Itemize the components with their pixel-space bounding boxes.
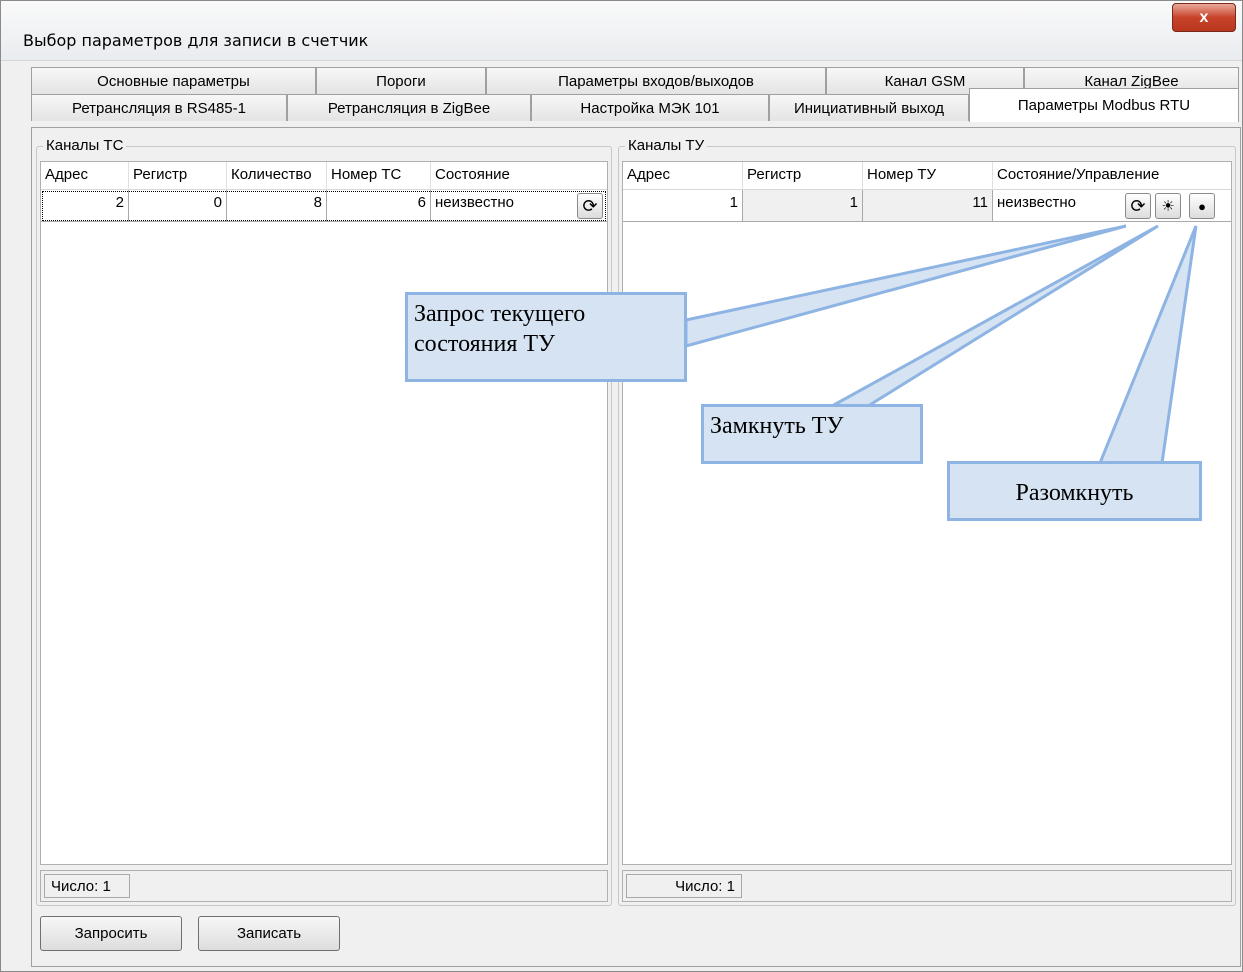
write-button[interactable]: Записать — [198, 916, 340, 951]
tc-cell-address[interactable]: 2 — [41, 190, 129, 221]
tc-grid-header: Адрес Регистр Количество Номер ТС Состоя… — [41, 162, 607, 190]
window-title: Выбор параметров для записи в счетчик — [23, 31, 369, 50]
callout-close-tu: Замкнуть ТУ — [701, 404, 923, 464]
callout-open-tu: Разомкнуть — [947, 461, 1202, 521]
tc-count-label: Число: 1 — [44, 874, 130, 898]
tu-cell-address[interactable]: 1 — [623, 190, 743, 221]
table-row[interactable]: 2 0 8 6 неизвестно ⟳ — [41, 190, 607, 222]
title-bar: Выбор параметров для записи в счетчик x — [1, 1, 1242, 61]
tc-col-address[interactable]: Адрес — [41, 162, 129, 190]
tc-cell-count[interactable]: 8 — [227, 190, 327, 221]
tab-main-params[interactable]: Основные параметры — [31, 67, 316, 94]
tu-state-text: неизвестно — [997, 194, 1077, 211]
tc-state-text: неизвестно — [435, 194, 515, 211]
refresh-icon: ⟳ — [582, 196, 598, 216]
tab-iec101[interactable]: Настройка МЭК 101 — [531, 94, 769, 121]
tc-grid: Адрес Регистр Количество Номер ТС Состоя… — [40, 161, 608, 865]
tab-io-params[interactable]: Параметры входов/выходов — [486, 67, 826, 94]
tu-col-number[interactable]: Номер ТУ — [863, 162, 993, 190]
close-button[interactable]: x — [1172, 3, 1236, 32]
tab-initiative-output[interactable]: Инициативный выход — [769, 94, 969, 121]
tu-channels-group: Каналы ТУ Адрес Регистр Номер ТУ Состоян… — [618, 137, 1236, 906]
tc-col-state[interactable]: Состояние — [431, 162, 609, 190]
tc-refresh-button[interactable]: ⟳ — [577, 193, 603, 219]
tc-group-legend: Каналы ТС — [43, 137, 127, 154]
tu-refresh-button[interactable]: ⟳ — [1125, 193, 1151, 219]
tc-status-bar: Число: 1 — [40, 870, 608, 902]
tc-col-number[interactable]: Номер ТС — [327, 162, 431, 190]
tu-cell-register[interactable]: 1 — [743, 190, 863, 221]
tc-col-register[interactable]: Регистр — [129, 162, 227, 190]
tu-col-state-control[interactable]: Состояние/Управление — [993, 162, 1233, 190]
tab-relay-zigbee[interactable]: Ретрансляция в ZigBee — [287, 94, 531, 121]
table-row[interactable]: 1 1 11 неизвестно ⟳ ☀ ● — [623, 190, 1231, 222]
tu-col-register[interactable]: Регистр — [743, 162, 863, 190]
bulb-on-icon: ☀ — [1161, 197, 1175, 215]
tab-relay-rs485[interactable]: Ретрансляция в RS485-1 — [31, 94, 287, 121]
refresh-icon: ⟳ — [1130, 196, 1146, 216]
tc-channels-group: Каналы ТС Адрес Регистр Количество Номер… — [36, 137, 612, 906]
callout-request-state: Запрос текущего состояния ТУ — [405, 292, 687, 382]
tu-grid-header: Адрес Регистр Номер ТУ Состояние/Управле… — [623, 162, 1231, 190]
tab-modbus-rtu[interactable]: Параметры Modbus RTU — [969, 88, 1239, 122]
tc-cell-register[interactable]: 0 — [129, 190, 227, 221]
tab-thresholds[interactable]: Пороги — [316, 67, 486, 94]
tu-status-bar: Число: 1 — [622, 870, 1232, 902]
tu-open-button[interactable]: ● — [1189, 193, 1215, 219]
tu-col-address[interactable]: Адрес — [623, 162, 743, 190]
request-button[interactable]: Запросить — [40, 916, 182, 951]
tab-panel: Каналы ТС Адрес Регистр Количество Номер… — [31, 127, 1241, 967]
close-icon: x — [1199, 8, 1209, 26]
tc-cell-number[interactable]: 6 — [327, 190, 431, 221]
tu-close-button[interactable]: ☀ — [1155, 193, 1181, 219]
tu-group-legend: Каналы ТУ — [625, 137, 708, 154]
bulb-off-icon: ● — [1198, 198, 1206, 214]
tu-count-label: Число: 1 — [626, 874, 742, 898]
tc-col-count[interactable]: Количество — [227, 162, 327, 190]
tu-cell-number[interactable]: 11 — [863, 190, 993, 221]
tab-strip: Основные параметры Пороги Параметры вход… — [31, 67, 1241, 129]
